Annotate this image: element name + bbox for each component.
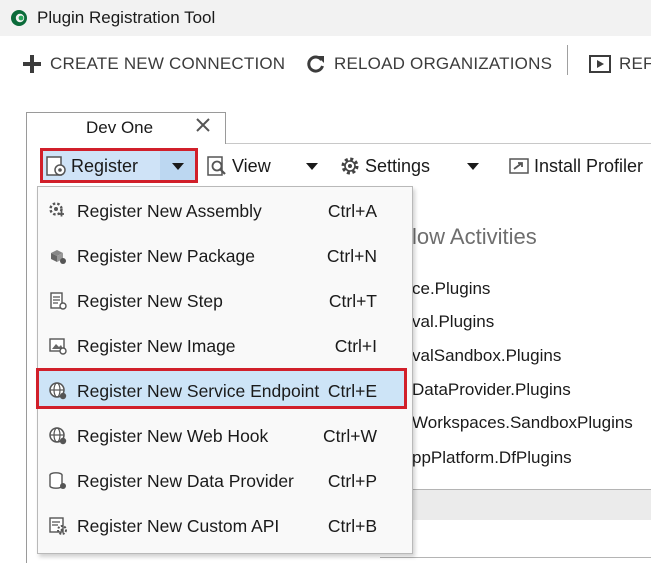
play-window-icon xyxy=(589,55,611,73)
menu-item-label: Register New Package xyxy=(77,246,255,266)
menu-item-shortcut: Ctrl+B xyxy=(327,516,377,536)
settings-label: Settings xyxy=(365,155,431,176)
list-item[interactable]: DataProvider.Plugins xyxy=(412,380,571,400)
plus-icon xyxy=(23,55,41,73)
close-icon[interactable] xyxy=(194,116,212,134)
menu-item-shortcut: Ctrl+P xyxy=(327,471,377,491)
list-item[interactable]: ppPlatform.DfPlugins xyxy=(412,448,572,468)
menu-item-label: Register New Web Hook xyxy=(77,426,269,446)
menu-item-shortcut: Ctrl+I xyxy=(334,336,377,356)
create-connection-button[interactable]: CREATE NEW CONNECTION xyxy=(22,51,285,77)
menu-item-shortcut: Ctrl+N xyxy=(326,246,377,266)
menu-item-register-new-data-provider[interactable]: Register New Data Provider Ctrl+P xyxy=(38,459,412,503)
menu-item-label: Register New Data Provider xyxy=(77,471,294,491)
database-icon xyxy=(49,472,66,489)
reload-organizations-button[interactable]: RELOAD ORGANIZATIONS xyxy=(306,51,552,77)
install-profiler-icon xyxy=(509,158,529,174)
replay-button[interactable]: REF xyxy=(589,51,651,77)
menu-item-label: Register New Assembly xyxy=(77,201,262,221)
register-label: Register xyxy=(71,155,139,176)
list-item[interactable]: Workspaces.SandboxPlugins xyxy=(412,413,633,433)
menu-item-shortcut: Ctrl+W xyxy=(323,426,377,446)
register-caret-icon xyxy=(172,163,184,170)
list-item[interactable]: ce.Plugins xyxy=(412,279,490,299)
content-border xyxy=(26,143,27,563)
details-divider xyxy=(380,557,651,558)
details-header-band xyxy=(380,489,651,520)
menu-item-register-new-image[interactable]: Register New Image Ctrl+I xyxy=(38,324,412,368)
menu-item-register-new-step[interactable]: Register New Step Ctrl+T xyxy=(38,279,412,323)
register-button-content: Register xyxy=(45,155,138,177)
menu-item-label: Register New Step xyxy=(77,291,223,311)
toolbar-separator xyxy=(567,45,568,75)
create-connection-label: CREATE NEW CONNECTION xyxy=(50,54,286,73)
reload-organizations-label: RELOAD ORGANIZATIONS xyxy=(334,54,553,73)
list-item[interactable]: val.Plugins xyxy=(412,312,494,332)
highlight-annotation-border xyxy=(36,368,407,409)
install-profiler-button[interactable]: Install Profiler xyxy=(508,155,643,177)
register-icon xyxy=(46,156,66,176)
menu-item-register-new-custom-api[interactable]: Register New Custom API Ctrl+B xyxy=(38,504,412,548)
view-button[interactable]: View xyxy=(206,155,271,177)
content-divider xyxy=(226,143,651,144)
reload-icon xyxy=(307,55,324,73)
menu-item-register-new-web-hook[interactable]: Register New Web Hook Ctrl+W xyxy=(38,414,412,458)
menu-item-shortcut: Ctrl+A xyxy=(327,201,377,221)
api-gear-icon xyxy=(49,517,67,535)
view-caret-icon[interactable] xyxy=(306,163,318,170)
menu-item-label: Register New Image xyxy=(77,336,236,356)
menu-item-register-new-assembly[interactable]: Register New Assembly Ctrl+A xyxy=(38,189,412,233)
image-icon xyxy=(49,338,67,355)
menu-item-shortcut: Ctrl+T xyxy=(328,291,377,311)
step-document-icon xyxy=(50,292,67,310)
globe-webhook-icon xyxy=(49,427,67,445)
section-heading: low Activities xyxy=(412,224,537,249)
install-profiler-label: Install Profiler xyxy=(534,155,644,176)
view-label: View xyxy=(232,155,271,176)
settings-caret-icon[interactable] xyxy=(467,163,479,170)
tab-label: Dev One xyxy=(86,118,154,137)
settings-button[interactable]: Settings xyxy=(339,155,430,177)
window-title: Plugin Registration Tool xyxy=(37,8,216,27)
package-icon xyxy=(51,250,66,264)
menu-item-label: Register New Custom API xyxy=(77,516,280,536)
menu-item-register-new-package[interactable]: Register New Package Ctrl+N xyxy=(38,234,412,278)
dataverse-logo-icon xyxy=(11,10,27,26)
assembly-gear-icon xyxy=(49,202,64,217)
list-item[interactable]: valSandbox.Plugins xyxy=(412,346,561,366)
view-magnifier-icon xyxy=(207,156,226,176)
gear-icon xyxy=(341,157,359,175)
replay-label: REF xyxy=(619,54,651,73)
